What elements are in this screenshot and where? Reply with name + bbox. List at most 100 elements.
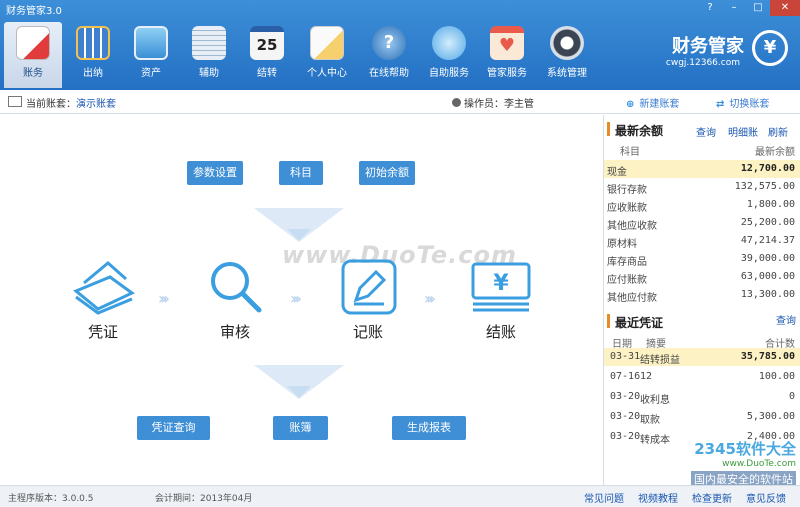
tool-self-service[interactable]: 自助服务	[420, 22, 478, 84]
voucher-query-link[interactable]: 查询	[776, 312, 796, 327]
row-summary: 取款	[640, 415, 660, 426]
watermark-url: www.DuoTe.com	[722, 459, 796, 469]
yen-logo-icon: ¥	[752, 30, 788, 66]
operator-name: 李主管	[504, 99, 534, 110]
edit-pencil-icon[interactable]	[340, 258, 398, 316]
row-date: 03-31	[610, 351, 641, 362]
calculator-icon	[76, 26, 110, 60]
maximize-button[interactable]: □	[746, 0, 770, 16]
watermark-brand: 2345软件大全	[694, 440, 796, 458]
voucher-query-button[interactable]: 凭证查询	[137, 416, 210, 440]
minimize-button[interactable]: –	[722, 0, 746, 16]
tool-cashier[interactable]: 出纳	[64, 22, 122, 84]
row-summary: 收利息	[640, 395, 670, 406]
smiley-service-icon	[432, 26, 466, 60]
parameter-settings-button[interactable]: 参数设置	[187, 161, 243, 185]
tool-label: 资产	[141, 68, 161, 79]
tool-carryover[interactable]: 25 结转	[238, 22, 296, 84]
balance-refresh-link[interactable]: 刷新	[768, 124, 788, 139]
status-bar: 主程序版本：3.0.0.5 会计期间：2013年04月 常见问题 视频教程 检查…	[0, 485, 800, 507]
right-arrow-icon: ›››	[424, 289, 436, 308]
check-update-link[interactable]: 检查更新	[692, 490, 732, 505]
row-summary: 转成本	[640, 435, 670, 446]
tool-assets[interactable]: 资产	[122, 22, 180, 84]
monitor-icon	[134, 26, 168, 60]
recent-vouchers-title: 最近凭证	[615, 316, 664, 330]
account-books-button[interactable]: 账簿	[273, 416, 328, 440]
table-row[interactable]: 03-20 取款 5,300.00	[604, 408, 800, 426]
row-amount: 47,214.37	[740, 235, 795, 246]
table-row[interactable]: 原材料 47,214.37	[604, 232, 800, 250]
tool-online-help[interactable]: ? 在线帮助	[360, 22, 418, 84]
right-panel: 最新余额 查询 明细账 刷新 科目 最新余额 现金 12,700.00 银行存款 1…	[603, 115, 800, 485]
section-accent	[607, 314, 610, 328]
accounts-subject-button[interactable]: 科目	[279, 161, 323, 185]
magnifier-icon[interactable]	[206, 257, 264, 315]
row-subject: 银行存款	[607, 185, 647, 196]
table-row[interactable]: 银行存款 132,575.00	[604, 178, 800, 196]
program-version: 主程序版本：3.0.0.5	[8, 494, 94, 504]
tool-auxiliary[interactable]: 辅助	[180, 22, 238, 84]
heart-calendar-icon: ♥	[490, 26, 524, 60]
new-account-button[interactable]: ⊕ 新建账套	[626, 95, 679, 110]
section-accent	[607, 122, 610, 136]
row-amount: 100.00	[758, 371, 795, 382]
tool-ledger[interactable]: 账务	[4, 22, 62, 88]
table-row[interactable]: 其他应收款 25,200.00	[604, 214, 800, 232]
help-button[interactable]: ?	[698, 0, 722, 16]
voucher-stack-icon[interactable]	[70, 257, 136, 315]
row-subject: 库存商品	[607, 257, 647, 268]
ledger-book-icon	[16, 26, 50, 60]
tool-label: 辅助	[199, 68, 219, 79]
down-arrow-tip-icon	[287, 229, 311, 241]
row-subject: 其他应付款	[607, 293, 657, 304]
account-icon	[8, 96, 22, 107]
yen-cashbox-icon[interactable]: ¥	[470, 261, 532, 313]
table-row[interactable]: 现金 12,700.00	[604, 160, 800, 178]
current-account-value[interactable]: 演示账套	[76, 95, 116, 110]
feedback-link[interactable]: 意见反馈	[746, 490, 786, 505]
toolbar: 财务管家3.0 ? – □ ✕ 账务 出纳 资产 辅助 25 结转 个人中心 ?…	[0, 0, 800, 90]
tool-personal-center[interactable]: 个人中心	[298, 22, 356, 84]
opening-balance-button[interactable]: 初始余额	[359, 161, 415, 185]
table-row[interactable]: 库存商品 39,000.00	[604, 250, 800, 268]
video-tutorial-link[interactable]: 视频教程	[638, 490, 678, 505]
tool-steward-service[interactable]: ♥ 管家服务	[478, 22, 536, 84]
row-amount: 13,300.00	[740, 289, 795, 300]
tool-label: 账务	[23, 68, 43, 79]
table-row[interactable]: 应付账款 63,000.00	[604, 268, 800, 286]
switch-account-label: 切换账套	[729, 99, 770, 110]
step-bookkeeping[interactable]: 记账	[328, 321, 408, 342]
tool-system-management[interactable]: 系统管理	[538, 22, 596, 84]
balance-column-header: 科目 最新余额	[604, 143, 800, 159]
table-row[interactable]: 其他应付款 13,300.00	[604, 286, 800, 304]
right-arrow-icon: ›››	[290, 289, 302, 308]
tool-label: 出纳	[83, 68, 103, 79]
table-row[interactable]: 03-31 结转损益 35,785.00	[604, 348, 800, 366]
close-button[interactable]: ✕	[770, 0, 800, 16]
faq-link[interactable]: 常见问题	[584, 490, 624, 505]
col-latest-balance: 最新余额	[755, 147, 795, 158]
tool-label: 个人中心	[307, 68, 347, 79]
latest-balance-header: 最新余额 查询 明细账 刷新	[604, 118, 800, 140]
table-row[interactable]: 07-16 12 100.00	[604, 368, 800, 386]
switch-account-button[interactable]: ⇄ 切换账套	[716, 95, 769, 110]
gear-icon	[550, 26, 584, 60]
table-row[interactable]: 应收账款 1,800.00	[604, 196, 800, 214]
step-review[interactable]: 审核	[195, 321, 275, 342]
balance-detail-link[interactable]: 明细账	[728, 124, 758, 139]
balance-query-link[interactable]: 查询	[696, 124, 716, 139]
row-subject: 应付账款	[607, 275, 647, 286]
row-subject: 原材料	[607, 239, 637, 250]
corner-watermark: 2345软件大全 www.DuoTe.com 国内最安全的软件站	[691, 438, 796, 487]
step-closing[interactable]: 结账	[461, 321, 541, 342]
window-title: 财务管家3.0	[6, 6, 62, 17]
window-controls: ? – □ ✕	[698, 0, 800, 16]
row-date: 03-20	[610, 431, 641, 442]
table-row[interactable]: 03-20 收利息 0	[604, 388, 800, 406]
accounting-period: 会计期间：2013年04月	[155, 494, 253, 504]
plus-icon: ⊕	[626, 99, 635, 110]
generate-report-button[interactable]: 生成报表	[392, 416, 466, 440]
step-voucher[interactable]: 凭证	[63, 321, 143, 342]
help-globe-icon: ?	[372, 26, 406, 60]
